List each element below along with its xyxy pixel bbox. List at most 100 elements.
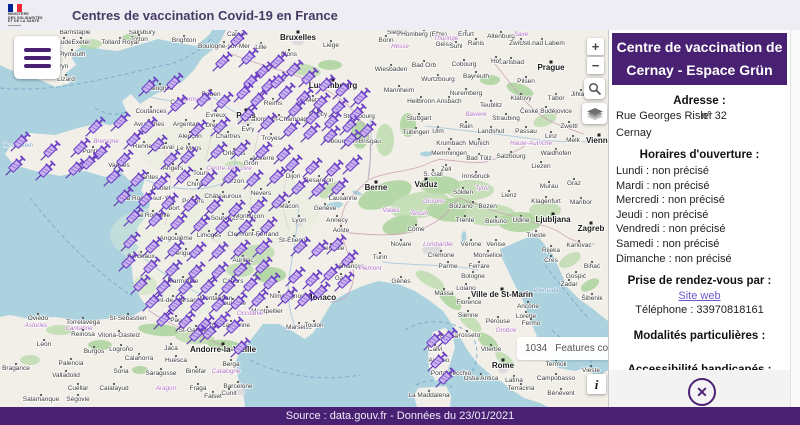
map-label: Barcelone xyxy=(223,383,253,390)
source-footer: Source : data.gouv.fr - Données du 23/01… xyxy=(0,407,800,425)
map-label: Ancône xyxy=(517,303,539,310)
map-label: Aragon xyxy=(155,385,177,392)
features-count-value: 1034 xyxy=(525,343,548,354)
scrollbar-track[interactable] xyxy=(790,30,800,407)
address-line: Rue Georges Risler n° 32 xyxy=(616,110,790,125)
map-label: Bayreuth xyxy=(463,73,489,80)
opening-hours-line: Mercredi : non précisé xyxy=(616,194,725,207)
attribution-info-button[interactable]: i xyxy=(587,374,606,394)
map-label: Erfurt xyxy=(458,31,474,38)
map-label: Campobasso xyxy=(537,375,576,382)
map-label: Bihać xyxy=(584,263,601,270)
map-label: Rain xyxy=(459,123,473,130)
map-label: Zwettl xyxy=(560,123,578,130)
detail-panel: Centre de vaccination de Cernay - Espace… xyxy=(608,30,790,407)
map-label: Pilsen xyxy=(517,78,535,85)
opening-hours-line: Lundi : non précisé xyxy=(616,165,709,177)
map-label: Udine xyxy=(513,217,530,224)
map-label: Bad Orb xyxy=(412,62,437,69)
map-label: Fermo xyxy=(522,320,541,327)
phone-line: Téléphone : 33970818161 xyxy=(635,303,764,316)
close-panel-button[interactable]: ✕ xyxy=(688,378,716,406)
map-label: Calatayud xyxy=(99,385,129,392)
app-window: MINISTÈRE DES SOLIDARITÉS ET DE LA SANTÉ C… xyxy=(0,0,800,425)
map-label: Reims xyxy=(264,100,283,107)
map-label: Zell xyxy=(441,166,452,173)
map-label: Nevers xyxy=(251,190,272,197)
map-label: Toulon xyxy=(304,322,324,329)
address-heading: Adresse : xyxy=(673,95,726,107)
map-label: Bavière xyxy=(465,111,487,118)
map-container[interactable]: Barnstaple Salisbury Totton Brighton Tollard… xyxy=(0,30,608,407)
map-label: Karlovac xyxy=(566,242,592,249)
map-label: Bénévent xyxy=(547,390,575,397)
map-label: Lausanne xyxy=(329,195,358,202)
map-label: Nuremberg xyxy=(450,90,483,97)
map-label: Krumbach xyxy=(436,140,466,147)
map-label: Mâcon xyxy=(279,203,299,210)
map-label: Cres xyxy=(544,257,558,264)
map-label: Coutances xyxy=(135,108,167,115)
map-label: Tollard Royal xyxy=(101,39,139,46)
map-label: Cuéllar xyxy=(68,385,89,392)
map-label: Cunit xyxy=(221,390,236,397)
search-button[interactable] xyxy=(584,78,605,99)
features-count-label: Features count xyxy=(555,343,608,354)
map-label: Jaca xyxy=(164,345,178,352)
zoom-out-button[interactable]: − xyxy=(587,57,604,74)
map-label: Usti nad Labem xyxy=(519,40,565,47)
map-label: Piémont xyxy=(358,265,381,272)
ministry-logo-text: MINISTÈRE DES SOLIDARITÉS ET DE LA SANTÉ xyxy=(8,13,58,24)
opening-hours-list: Lundi : non précisé Mardi : non précisé Me… xyxy=(616,165,790,265)
map-label: Logroño xyxy=(109,346,133,353)
map-label: Lorette xyxy=(516,313,537,320)
map-label: Trieste xyxy=(526,232,546,239)
map-label: Stuttgart xyxy=(407,115,432,122)
map-label: Brighton xyxy=(172,37,197,44)
map-label: Lizard xyxy=(57,76,75,83)
map-label: Vitoria-Gasteiz xyxy=(98,332,141,339)
menu-button[interactable] xyxy=(14,36,60,79)
map-label: Binéfar xyxy=(186,368,207,375)
map-label: Rijeka xyxy=(542,247,560,254)
map-label: Rome xyxy=(492,361,515,370)
map-label: Berga xyxy=(222,361,240,368)
map-label: Wurtzbourg xyxy=(421,76,455,83)
map-label: Ségovie xyxy=(66,396,90,403)
opening-hours-line: Mardi : non précisé xyxy=(616,179,710,192)
map-label: Liezen xyxy=(531,163,551,170)
map-label: Hesse xyxy=(391,43,409,50)
map-label: Plymouth xyxy=(58,51,85,58)
app-header: MINISTÈRE DES SOLIDARITÉS ET DE LA SANTÉ C… xyxy=(0,0,800,30)
map-label: Calvi xyxy=(428,346,442,353)
map-label: Lyon xyxy=(292,217,306,224)
map-label: Oviédo xyxy=(28,315,49,322)
ministry-logo-line: ET DE LA SANTÉ xyxy=(8,19,40,24)
map-label: Memmingen xyxy=(431,150,467,157)
map-label: České Budějovice xyxy=(520,106,572,115)
layers-button[interactable] xyxy=(582,103,607,124)
logo-divider xyxy=(8,24,21,26)
page-title: Centres de vaccination Covid-19 en Franc… xyxy=(72,7,338,23)
map-label: Reinosa xyxy=(71,331,95,338)
map-label: Graz xyxy=(567,180,581,187)
map-label: Barnstaple xyxy=(59,30,90,36)
map-label: Dijon xyxy=(286,173,301,180)
map-label: Melk xyxy=(566,137,580,144)
map-label: Angoulême xyxy=(160,235,193,242)
map-label: Vérone xyxy=(461,241,482,248)
zoom-in-button[interactable]: + xyxy=(587,38,604,55)
map-label: Salamanque xyxy=(23,396,60,403)
layers-icon xyxy=(586,107,603,120)
website-link[interactable]: Site web xyxy=(678,290,720,302)
map-label: Massa xyxy=(434,290,454,297)
map-label: Munich xyxy=(469,140,490,147)
map-label: Annecy xyxy=(326,217,348,224)
map-label: Vienne xyxy=(586,136,608,145)
map-label: Waidhofen xyxy=(541,150,572,157)
map-label: Tübingen xyxy=(402,129,429,136)
map-label: Tessin xyxy=(410,210,428,217)
map-label: Evry xyxy=(242,126,256,133)
map-label: Passau xyxy=(515,128,537,135)
map-label: Sienne xyxy=(458,312,479,319)
